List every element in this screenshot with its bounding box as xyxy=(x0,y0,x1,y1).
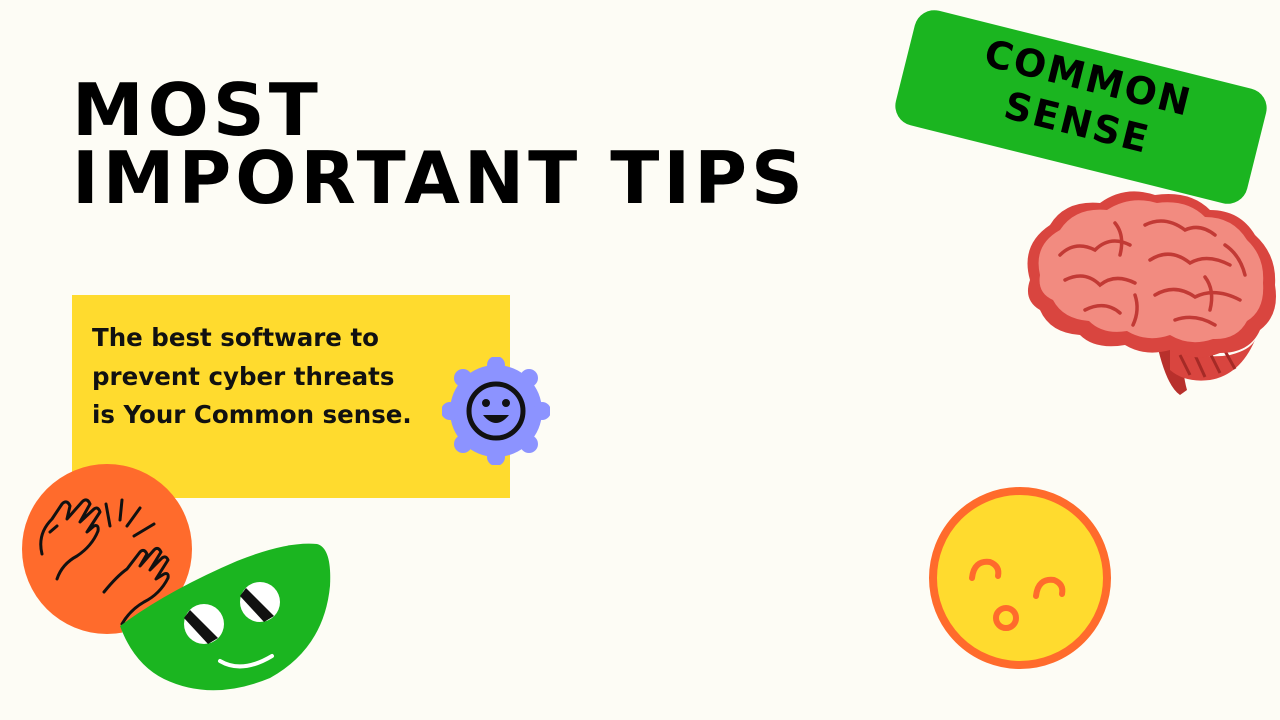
smiley-badge-shape xyxy=(442,357,550,465)
yellow-face-circle xyxy=(929,487,1111,669)
title-line-2: IMPORTANT TIPS xyxy=(72,136,807,220)
common-sense-label: COMMON SENSE xyxy=(896,12,1270,189)
brain-icon xyxy=(1027,191,1276,395)
green-melon-face-icon xyxy=(120,543,335,699)
melon-body xyxy=(120,543,331,691)
kissing-face-icon xyxy=(929,487,1111,669)
smiley-face-icon xyxy=(442,357,550,465)
page-title: MOST IMPORTANT TIPS xyxy=(72,68,807,220)
tip-text: The best software to prevent cyber threa… xyxy=(92,323,412,429)
common-sense-badge: COMMON SENSE xyxy=(891,5,1271,209)
brain-body xyxy=(1027,191,1276,358)
title-line-1: MOST xyxy=(72,68,322,152)
